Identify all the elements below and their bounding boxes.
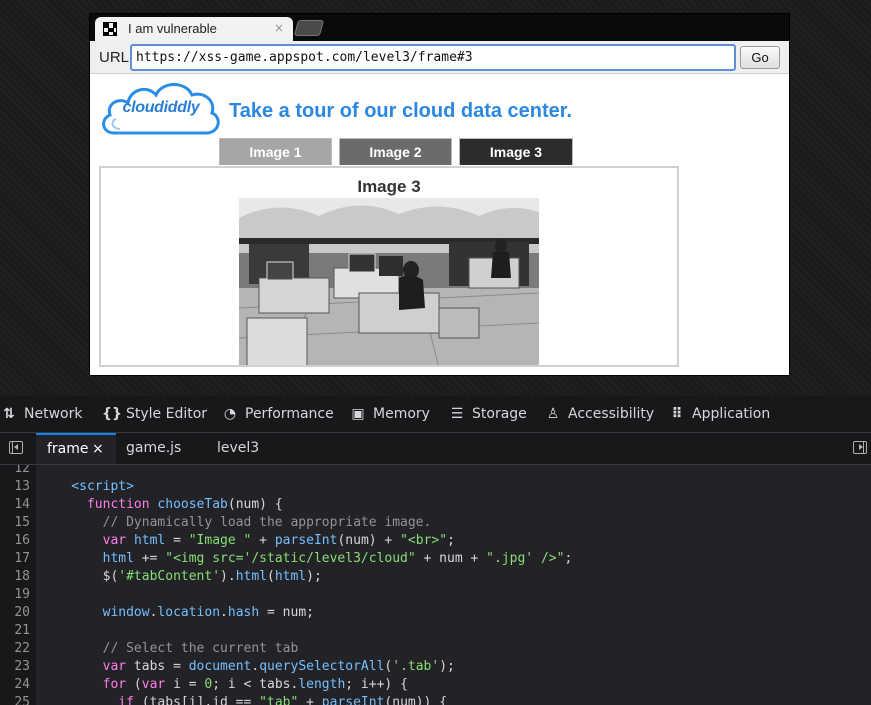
line-number[interactable]: 12	[0, 465, 30, 476]
panel-label: Performance	[245, 406, 334, 422]
close-file-tab-icon[interactable]: ×	[92, 435, 104, 464]
url-label: URL	[99, 49, 130, 66]
tab-content: Image 3	[99, 166, 679, 367]
page-headline: Take a tour of our cloud data center.	[229, 100, 573, 122]
panel-application[interactable]: ⠿ Application	[668, 396, 771, 432]
braces-icon: {}	[102, 406, 122, 422]
browser-tab-strip: I am vulnerable ×	[90, 14, 789, 41]
code-line[interactable]: if (tabs[i].id == "tab" + parseInt(num))…	[40, 695, 447, 705]
devtools-toolbar: ⇅ Network {} Style Editor ◔ Performance …	[0, 396, 871, 433]
storage-icon: ☰	[450, 406, 464, 422]
line-number[interactable]: 21	[0, 623, 30, 638]
favicon-icon	[103, 22, 117, 36]
line-number[interactable]: 13	[0, 479, 30, 494]
file-tab-game-js[interactable]: game.js	[126, 433, 181, 464]
line-number[interactable]: 15	[0, 515, 30, 530]
code-line[interactable]: // Select the current tab	[40, 641, 299, 656]
url-input[interactable]	[130, 44, 736, 71]
data-center-photo	[239, 198, 539, 365]
line-number[interactable]: 16	[0, 533, 30, 548]
devtools: ⇅ Network {} Style Editor ◔ Performance …	[0, 396, 871, 705]
browser-tab-title: I am vulnerable	[128, 21, 217, 36]
panel-label: Accessibility	[568, 406, 655, 422]
file-tab-level3[interactable]: level3	[217, 433, 259, 464]
code-line[interactable]: // Dynamically load the appropriate imag…	[40, 515, 432, 530]
panel-label: Storage	[472, 406, 527, 422]
line-number[interactable]: 18	[0, 569, 30, 584]
logo-text: cloudiddly	[122, 99, 200, 116]
browser-window: I am vulnerable × URL Go cloudiddly Take…	[89, 13, 790, 376]
panel-label: Network	[24, 406, 83, 422]
code-line[interactable]: function chooseTab(num) {	[40, 497, 283, 512]
line-number[interactable]: 24	[0, 677, 30, 692]
line-number[interactable]: 14	[0, 497, 30, 512]
tab-image-2[interactable]: Image 2	[339, 138, 452, 165]
code-editor[interactable]: 12 13 14 15 16 17 18 19 20 21 22 23 24 25 <script> fu…	[0, 465, 871, 705]
toggle-sources-pane-icon[interactable]	[9, 441, 23, 454]
panel-performance[interactable]: ◔ Performance	[221, 396, 334, 432]
code-line[interactable]: $('#tabContent').html(html);	[40, 569, 322, 584]
code-line[interactable]: var tabs = document.querySelectorAll('.t…	[40, 659, 455, 674]
new-tab-button[interactable]	[293, 20, 325, 36]
image-heading: Image 3	[357, 177, 421, 196]
line-number[interactable]: 19	[0, 587, 30, 602]
gauge-icon: ◔	[223, 406, 237, 422]
cloudiddly-logo: cloudiddly	[100, 77, 222, 139]
line-number-gutter: 12 13 14 15 16 17 18 19 20 21 22 23 24 25	[0, 465, 36, 705]
tab-image-3[interactable]: Image 3	[459, 138, 573, 165]
line-number[interactable]: 17	[0, 551, 30, 566]
person-icon: ♙	[546, 406, 560, 422]
code-line[interactable]: html += "<img src='/static/level3/cloud"…	[40, 551, 573, 566]
network-arrows-icon: ⇅	[3, 406, 15, 422]
line-number[interactable]: 25	[0, 695, 30, 705]
line-number[interactable]: 22	[0, 641, 30, 656]
panel-style-editor[interactable]: {} Style Editor	[102, 396, 207, 432]
chip-icon: ▣	[351, 406, 365, 422]
source-file-tabs: frame × game.js level3	[0, 433, 871, 465]
code-line[interactable]: window.location.hash = num;	[40, 605, 314, 620]
panel-accessibility[interactable]: ♙ Accessibility	[544, 396, 654, 432]
file-tab-label: frame	[47, 441, 89, 457]
panel-storage[interactable]: ☰ Storage	[448, 396, 527, 432]
file-tab-frame[interactable]: frame ×	[36, 433, 116, 464]
go-button[interactable]: Go	[740, 46, 780, 69]
line-number[interactable]: 20	[0, 605, 30, 620]
line-number[interactable]: 23	[0, 659, 30, 674]
code-area[interactable]: <script> function chooseTab(num) { // Dy…	[40, 465, 871, 705]
panel-label: Memory	[373, 406, 430, 422]
url-bar: URL Go	[90, 41, 789, 74]
panel-memory[interactable]: ▣ Memory	[349, 396, 430, 432]
grid-icon: ⠿	[671, 406, 683, 422]
panel-network[interactable]: ⇅ Network	[0, 396, 82, 432]
panel-label: Style Editor	[126, 406, 208, 422]
close-tab-icon[interactable]: ×	[274, 21, 284, 35]
code-line[interactable]: <script>	[40, 479, 134, 494]
panel-label: Application	[692, 406, 771, 422]
toggle-debugger-pane-icon[interactable]	[853, 441, 867, 454]
browser-tab[interactable]: I am vulnerable ×	[95, 17, 293, 41]
tab-image-1[interactable]: Image 1	[219, 138, 332, 165]
code-line[interactable]: var html = "Image " + parseInt(num) + "<…	[40, 533, 455, 548]
code-line[interactable]: for (var i = 0; i < tabs.length; i++) {	[40, 677, 408, 692]
